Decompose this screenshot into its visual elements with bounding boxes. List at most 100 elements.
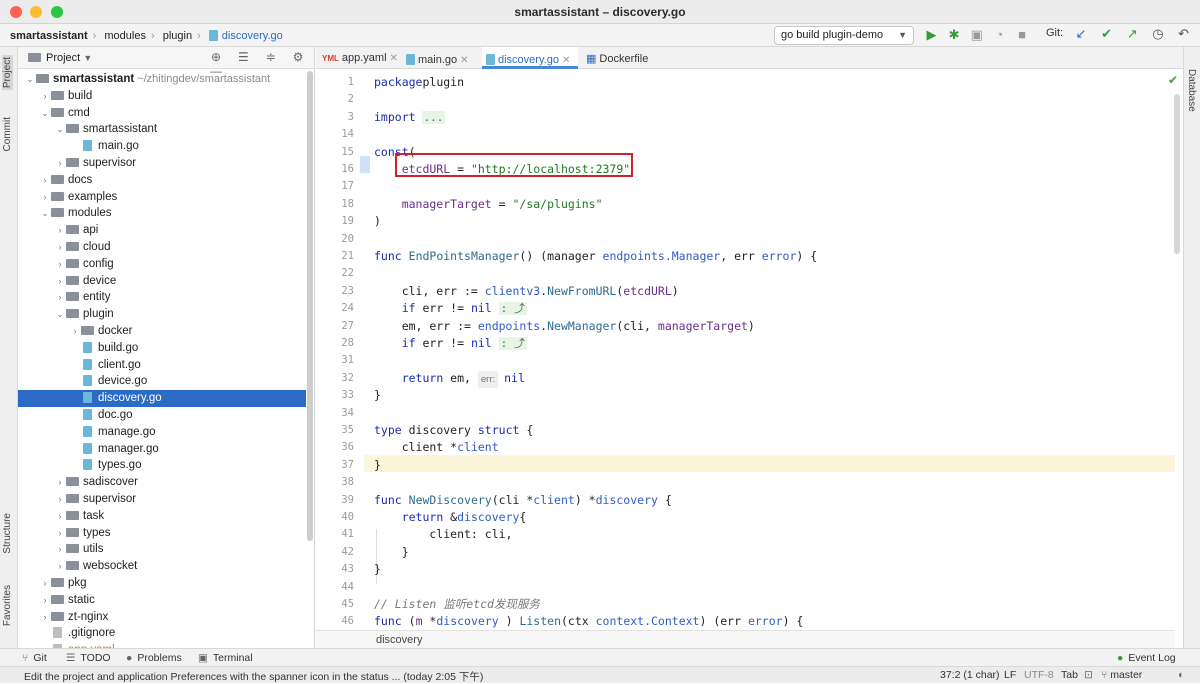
event-log-tool-tab[interactable]: ● Event Log [1117, 652, 1176, 664]
tree-folder[interactable]: › supervisor [18, 491, 306, 508]
status-message[interactable]: Edit the project and application Prefere… [24, 669, 483, 684]
run-configuration-select[interactable]: go build plugin-demo ▼ [774, 26, 914, 45]
expand-all-icon[interactable]: ☰ [231, 50, 255, 64]
tree-file[interactable]: discovery.go [18, 390, 306, 407]
tree-folder[interactable]: › entity [18, 289, 306, 306]
chevron-right-icon[interactable]: › [39, 609, 51, 626]
commit-icon[interactable]: ✔ [1096, 26, 1118, 42]
chevron-right-icon[interactable]: › [39, 575, 51, 592]
tree-folder[interactable]: › pkg [18, 575, 306, 592]
code-breadcrumb[interactable]: discovery [316, 630, 1175, 648]
tree-folder[interactable]: ⌄ plugin [18, 306, 306, 323]
chevron-right-icon[interactable]: › [39, 172, 51, 189]
folded-region[interactable]: : ⤴ [498, 337, 527, 350]
breadcrumb-item[interactable]: plugin [163, 30, 192, 42]
run-icon[interactable]: ▶ [922, 27, 941, 43]
chevron-down-icon[interactable]: ⌄ [54, 121, 66, 138]
tree-folder[interactable]: › api [18, 222, 306, 239]
chevron-down-icon[interactable]: ⌄ [54, 306, 66, 323]
chevron-right-icon[interactable]: › [54, 558, 66, 575]
todo-tool-tab[interactable]: ☰ TODO [66, 652, 111, 664]
lock-icon[interactable]: ⊡ [1084, 669, 1093, 681]
profile-icon[interactable]: ◔ [990, 27, 1009, 42]
tree-file[interactable]: doc.go [18, 407, 306, 424]
chevron-right-icon[interactable]: › [39, 592, 51, 609]
tree-folder[interactable]: › websocket [18, 558, 306, 575]
tree-file[interactable]: .gitignore [18, 625, 306, 642]
tree-file[interactable]: build.go [18, 340, 306, 357]
tree-folder[interactable]: ⌄ modules [18, 205, 306, 222]
chevron-down-icon[interactable]: ⌄ [39, 205, 51, 222]
tab-app-yaml[interactable]: YML app.yaml ✕ [322, 47, 398, 69]
collapse-all-icon[interactable]: ≑ [259, 50, 283, 64]
chevron-right-icon[interactable]: › [54, 525, 66, 542]
update-icon[interactable]: ↙ [1070, 26, 1092, 42]
chevron-right-icon[interactable]: › [54, 239, 66, 256]
chevron-right-icon[interactable]: › [54, 273, 66, 290]
git-tool-tab[interactable]: ⑂ Git [22, 652, 47, 664]
structure-tool-tab[interactable]: Structure [2, 513, 13, 554]
caret-position[interactable]: 37:2 (1 char) [940, 669, 1000, 681]
tree-file[interactable]: client.go [18, 357, 306, 374]
breadcrumb-item[interactable]: discovery.go [222, 30, 283, 42]
tree-folder[interactable]: › zt-nginx [18, 609, 306, 626]
debug-icon[interactable]: ✱ [945, 27, 964, 43]
tree-folder[interactable]: › types [18, 525, 306, 542]
close-icon[interactable]: ✕ [460, 55, 468, 66]
line-separator[interactable]: LF [1004, 669, 1016, 681]
breadcrumb-item[interactable]: modules [104, 30, 146, 42]
tree-folder[interactable]: ⌄ smartassistant [18, 121, 306, 138]
terminal-tool-tab[interactable]: ▣ Terminal [198, 652, 253, 664]
tree-folder[interactable]: › utils [18, 541, 306, 558]
gear-icon[interactable]: ⚙ [286, 50, 310, 64]
close-icon[interactable]: ✕ [562, 55, 570, 66]
tree-folder[interactable]: › build [18, 88, 306, 105]
chevron-right-icon[interactable]: › [69, 323, 81, 340]
history-icon[interactable]: ◷ [1147, 26, 1169, 42]
indent-setting[interactable]: Tab [1061, 669, 1078, 681]
stop-icon[interactable]: ■ [1013, 27, 1032, 42]
project-view-select[interactable]: Project ▼ [28, 52, 92, 64]
tree-folder[interactable]: › static [18, 592, 306, 609]
tree-folder[interactable]: › sadiscover [18, 474, 306, 491]
folded-region[interactable]: : ⤴ [498, 302, 527, 316]
tree-folder[interactable]: ⌄ cmd [18, 105, 306, 122]
tree-file[interactable]: device.go [18, 373, 306, 390]
database-tool-tab[interactable]: Database [1186, 69, 1197, 112]
project-tool-tab[interactable]: Project [2, 55, 13, 91]
tree-file[interactable]: manage.go [18, 424, 306, 441]
chevron-right-icon[interactable]: › [54, 289, 66, 306]
chevron-right-icon[interactable]: › [54, 256, 66, 273]
tree-folder[interactable]: › docs [18, 172, 306, 189]
tree-folder[interactable]: › examples [18, 189, 306, 206]
chevron-right-icon[interactable]: › [39, 88, 51, 105]
editor-scrollbar[interactable] [1173, 70, 1181, 630]
chevron-right-icon[interactable]: › [54, 155, 66, 172]
memory-icon[interactable]: ◐ [1178, 669, 1184, 681]
chevron-right-icon[interactable]: › [39, 189, 51, 206]
rollback-icon[interactable]: ↶ [1173, 26, 1195, 42]
favorites-tool-tab[interactable]: Favorites [2, 585, 13, 626]
close-icon[interactable]: ✕ [390, 53, 398, 64]
coverage-icon[interactable]: ▣ [967, 27, 986, 43]
chevron-down-icon[interactable]: ⌄ [39, 105, 51, 122]
file-encoding[interactable]: UTF-8 [1024, 669, 1054, 681]
chevron-down-icon[interactable]: ⌄ [24, 71, 36, 88]
chevron-right-icon[interactable]: › [54, 222, 66, 239]
tree-folder[interactable]: › docker [18, 323, 306, 340]
tree-file[interactable]: manager.go [18, 441, 306, 458]
tree-file[interactable]: main.go [18, 138, 306, 155]
push-icon[interactable]: ↗ [1121, 26, 1143, 42]
tree-folder[interactable]: › supervisor [18, 155, 306, 172]
git-branch[interactable]: ⑂ master [1101, 669, 1142, 681]
chevron-right-icon[interactable]: › [54, 474, 66, 491]
chevron-right-icon[interactable]: › [54, 508, 66, 525]
commit-tool-tab[interactable]: Commit [2, 117, 13, 151]
folded-region[interactable]: ... [421, 110, 446, 124]
chevron-right-icon[interactable]: › [54, 541, 66, 558]
tab-main-go[interactable]: main.go ✕ [406, 47, 478, 69]
tree-folder[interactable]: › task [18, 508, 306, 525]
chevron-right-icon[interactable]: › [54, 491, 66, 508]
problems-tool-tab[interactable]: ● Problems [126, 652, 182, 664]
project-scrollbar[interactable] [307, 71, 313, 541]
